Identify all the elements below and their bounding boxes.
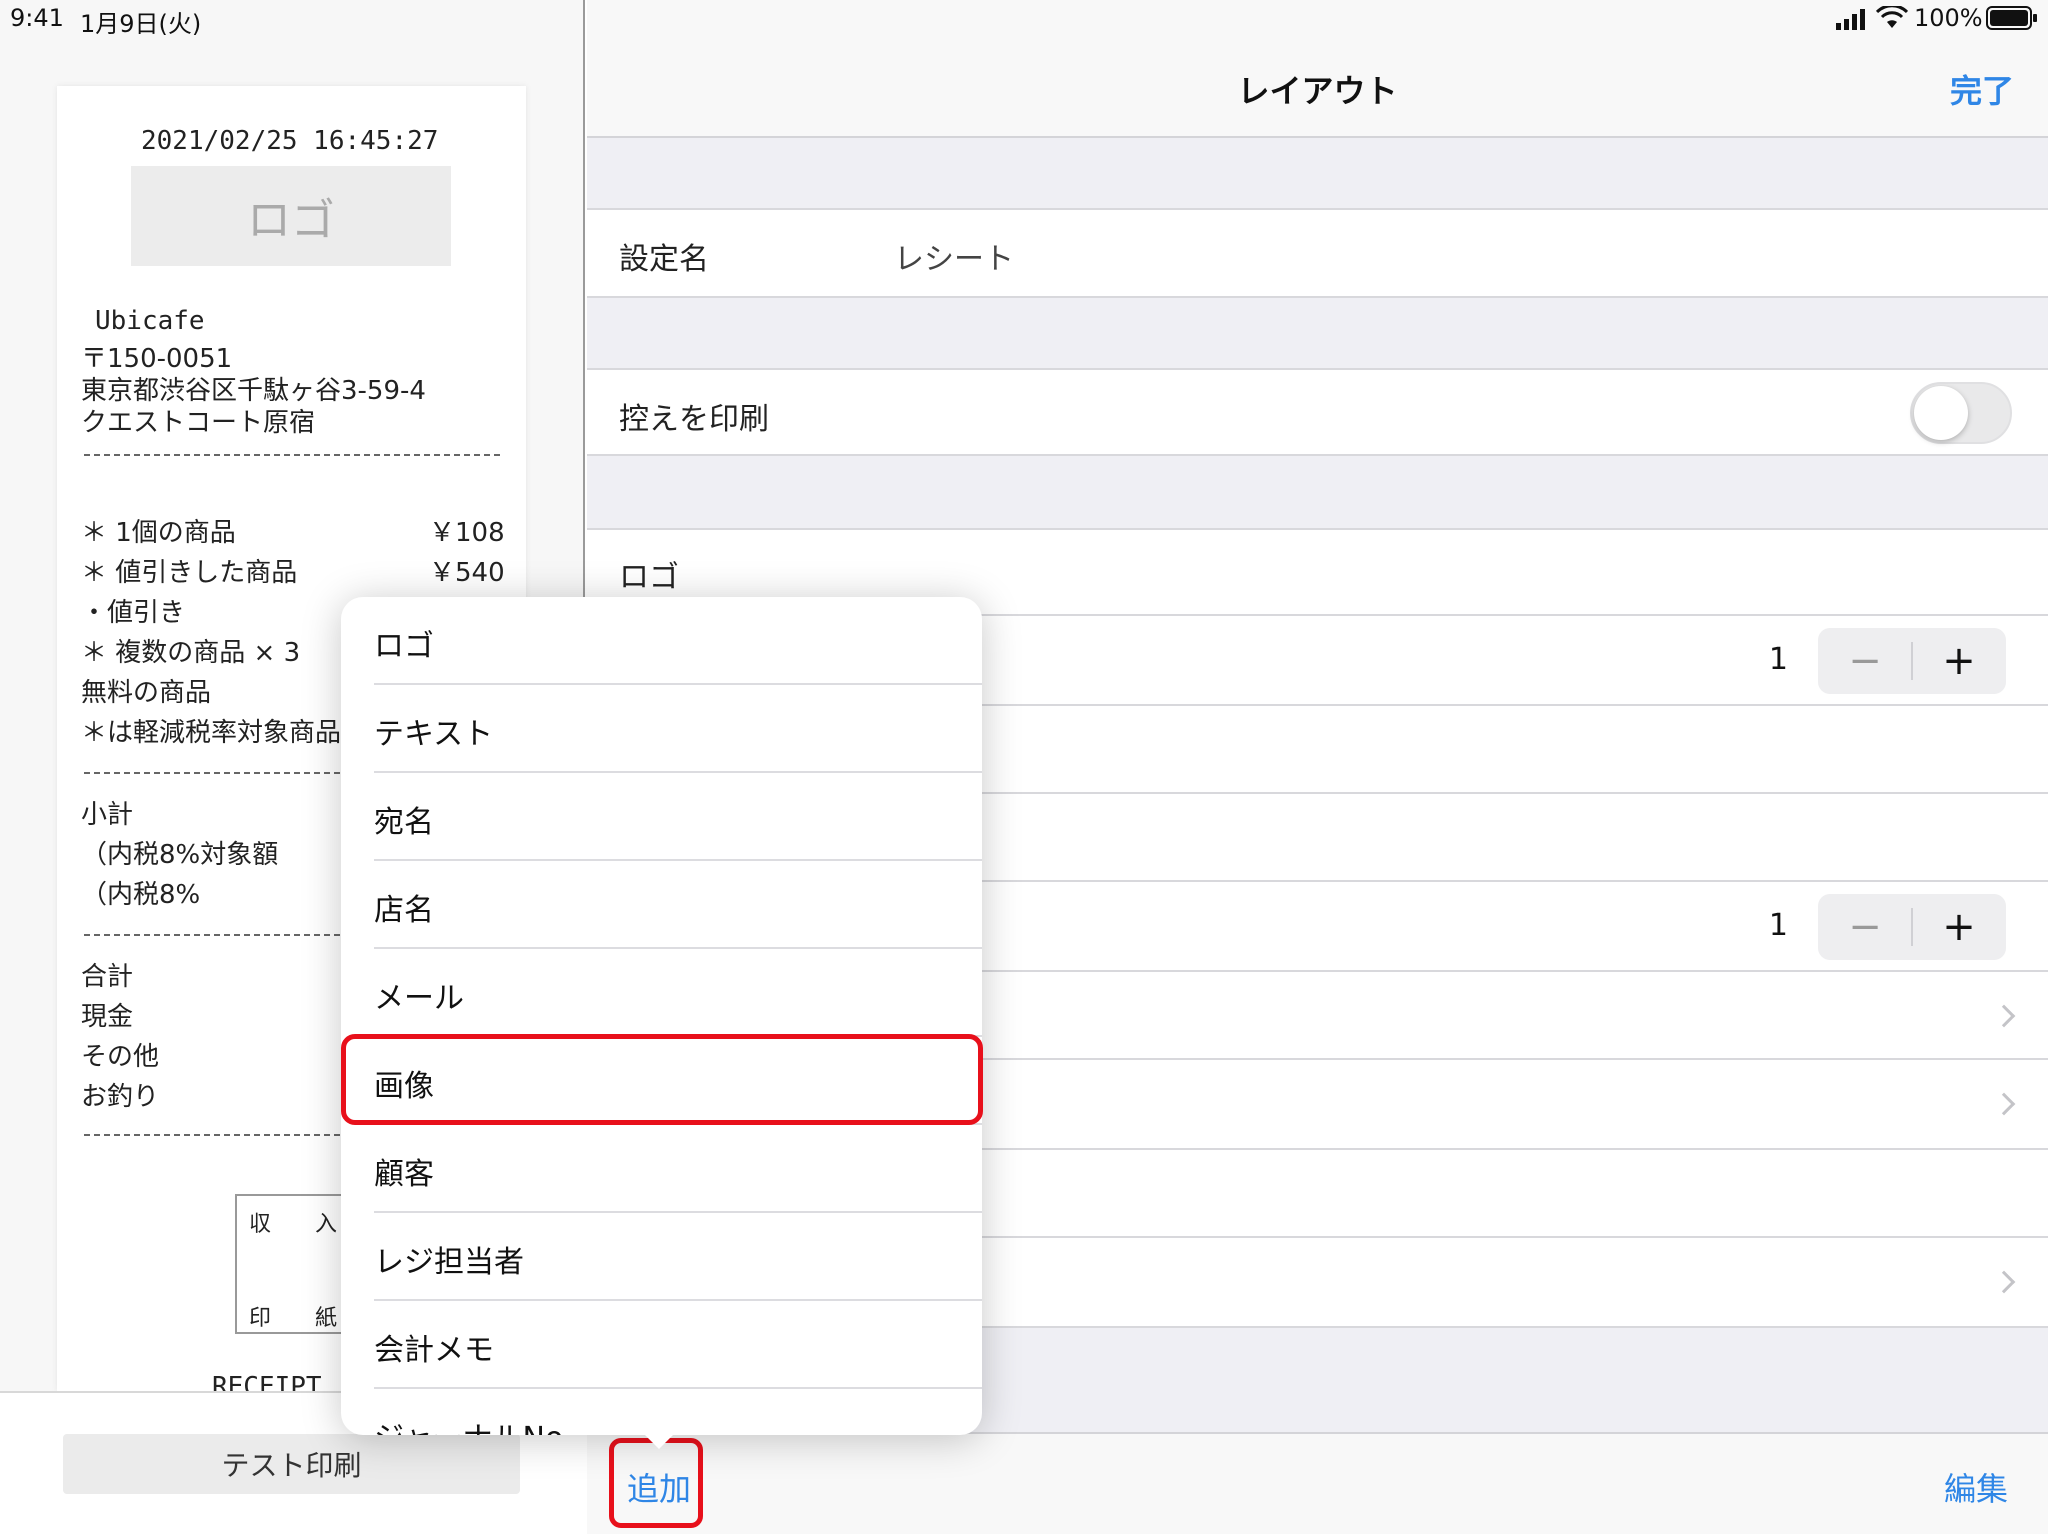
signal-icon [1836,8,1868,30]
stepper-minus-button[interactable]: − [1818,894,1912,960]
receipt-logo-placeholder: ロゴ [131,166,451,266]
receipt-note: ＊は軽減税率対象商品で [81,718,368,748]
menu-item-label: 宛名 [374,805,434,840]
menu-item-label: ジャーナルNo [374,1413,563,1435]
chevron-right-icon [1992,1004,2016,1028]
menu-item-cashier[interactable]: レジ担当者 [341,1213,982,1301]
receipt-store-name: Ubicafe [95,306,205,336]
receipt-divider [84,454,500,456]
receipt-change: お釣り [81,1082,160,1112]
print-copy-toggle[interactable] [1910,382,2012,444]
stamp-char: 紙 [315,1306,338,1331]
chevron-right-icon [1992,1270,2016,1294]
stepper-minus-button[interactable]: − [1818,628,1912,694]
test-print-button[interactable]: テスト印刷 [63,1434,520,1494]
menu-item-customer[interactable]: 顧客 [341,1125,982,1213]
receipt-item-name: ＊ 値引きした商品 [81,558,298,588]
status-date: 1月9日(火) [80,10,202,38]
bottom-toolbar: 追加 編集 [587,1432,2048,1534]
add-button-highlight [609,1438,703,1528]
stamp-char: 印 [249,1306,272,1331]
quantity-stepper: − + [1818,628,2006,694]
receipt-item-price: ￥108 [429,518,505,548]
popover-arrow [643,1433,675,1449]
navigation-bar: レイアウト 完了 [587,0,2048,138]
receipt-item-name: ＊ 1個の商品 [81,518,236,548]
edit-button[interactable]: 編集 [1944,1464,2008,1510]
menu-item-journal-no[interactable]: ジャーナルNo [341,1389,982,1435]
done-button[interactable]: 完了 [1950,66,2014,112]
menu-item-label: 会計メモ [374,1333,494,1368]
stepper-plus-button[interactable]: + [1912,894,2006,960]
receipt-subtotal: 小計 [81,800,134,830]
menu-item-label: メール [374,981,464,1016]
stepper-plus-button[interactable]: + [1912,628,2006,694]
menu-item-label: レジ担当者 [374,1245,524,1280]
setting-name-value[interactable]: レシート [894,234,1014,278]
receipt-tax: （内税8% [81,880,201,910]
menu-item-label: テキスト [374,717,494,752]
stamp-char: 収 [249,1212,272,1237]
page-title: レイアウト [1237,72,1398,110]
receipt-tax-target: （内税8%対象額 [81,840,279,870]
setting-name-label: 設定名 [619,242,709,277]
quantity-stepper: − + [1818,894,2006,960]
receipt-datetime: 2021/02/25 16:45:27 [141,126,439,156]
print-copy-label: 控えを印刷 [619,402,769,437]
menu-item-label: ロゴ [374,629,434,664]
setting-name-row[interactable]: 設定名 レシート [587,208,2048,298]
receipt-address2: クエストコート原宿 [81,408,316,438]
toggle-knob [1914,386,1968,440]
receipt-item-price: ￥540 [429,558,505,588]
menu-item-text[interactable]: テキスト [341,685,982,773]
stepper-value: 1 [1768,642,1788,677]
chevron-right-icon [1992,1092,2016,1116]
receipt-footer: RECEIPT [212,1372,322,1391]
receipt-item-name: ・値引き [81,598,186,628]
receipt-other: その他 [81,1042,160,1072]
logo-section-label: ロゴ [619,560,679,595]
menu-item-memo[interactable]: 会計メモ [341,1301,982,1389]
battery-icon [1986,6,2038,30]
menu-item-logo[interactable]: ロゴ [341,597,982,685]
battery-percent: 100% [1914,4,1983,32]
menu-item-mail[interactable]: メール [341,949,982,1037]
print-copy-row: 控えを印刷 [587,368,2048,456]
stamp-char: 入 [315,1212,338,1237]
receipt-cash: 現金 [81,1002,134,1032]
add-item-popover: ロゴ テキスト 宛名 店名 メール 画像 顧客 レジ担当者 会計メモ ジャーナル… [341,597,982,1435]
stepper-value: 1 [1768,908,1788,943]
menu-item-label: 店名 [374,893,434,928]
menu-item-store-name[interactable]: 店名 [341,861,982,949]
menu-item-addressee[interactable]: 宛名 [341,773,982,861]
image-item-highlight [341,1034,983,1125]
receipt-item-name: 無料の商品 [81,678,212,708]
receipt-total: 合計 [81,962,134,992]
menu-item-label: 顧客 [374,1157,434,1192]
status-time: 9:41 [10,4,64,32]
wifi-icon [1875,4,1909,30]
receipt-item-name: ＊ 複数の商品 × 3 [81,638,301,668]
